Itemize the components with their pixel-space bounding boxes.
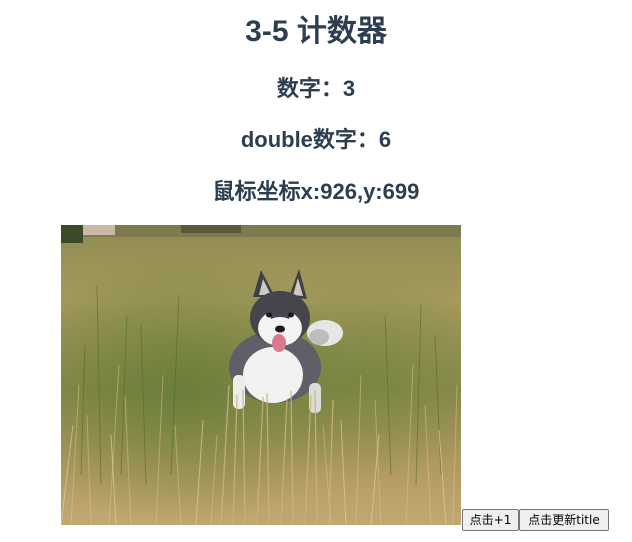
double-count-value: 6 — [378, 127, 392, 152]
mouse-x-label: x: — [300, 179, 321, 204]
double-count-label: double数字： — [240, 127, 379, 152]
mouse-coordinates-display: 鼠标坐标x:926,y:699 — [0, 177, 632, 207]
page-title: 3-5 计数器 — [245, 15, 387, 48]
count-display: 数字：3 — [0, 74, 632, 104]
mouse-coordinates-label: 鼠标坐标 — [212, 179, 301, 204]
mouse-y-value: 699 — [382, 179, 420, 204]
double-count-display: double数字：6 — [0, 125, 632, 155]
increment-button[interactable]: 点击+1 — [462, 509, 519, 531]
count-value: 3 — [342, 76, 356, 101]
mouse-x-value: 926 — [320, 179, 357, 204]
update-title-button[interactable]: 点击更新title — [519, 509, 609, 531]
mouse-y-label: y: — [363, 179, 383, 204]
count-label: 数字： — [276, 76, 343, 101]
dog-photo — [61, 225, 461, 525]
